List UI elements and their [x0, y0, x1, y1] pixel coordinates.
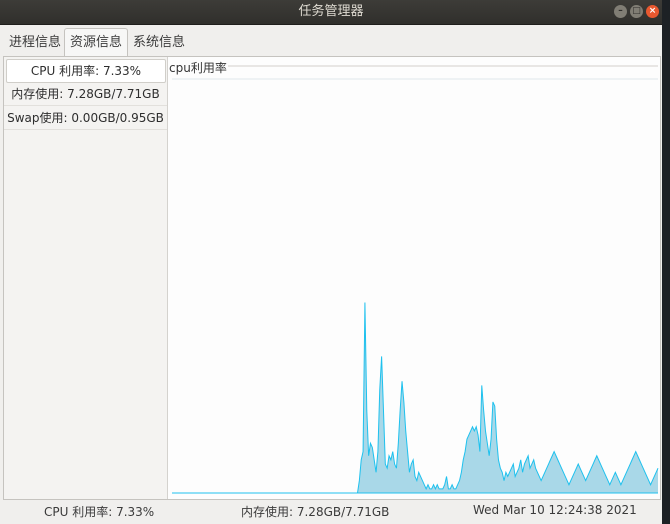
- resource-list: CPU 利用率: 7.33% 内存使用: 7.28GB/7.71GB Swap使…: [4, 57, 168, 499]
- cpu-usage-area: [172, 302, 658, 493]
- resource-item-memory[interactable]: 内存使用: 7.28GB/7.71GB: [4, 83, 167, 106]
- maximize-icon[interactable]: □: [630, 5, 643, 18]
- status-cpu: CPU 利用率: 7.33%: [44, 505, 155, 519]
- cpu-usage-line: [172, 302, 659, 494]
- status-bar: CPU 利用率: 7.33% 内存使用: 7.28GB/7.71GB Wed M…: [0, 499, 662, 524]
- cpu-chart-frame: cpu利用率: [168, 57, 660, 499]
- resources-pane: CPU 利用率: 7.33% 内存使用: 7.28GB/7.71GB Swap使…: [3, 56, 661, 500]
- status-memory: 内存使用: 7.28GB/7.71GB: [241, 505, 390, 519]
- tab-processes[interactable]: 进程信息: [4, 30, 66, 55]
- tab-resources[interactable]: 资源信息: [64, 28, 129, 57]
- resource-item-swap[interactable]: Swap使用: 0.00GB/0.95GB: [4, 107, 167, 130]
- tab-system[interactable]: 系统信息: [128, 30, 190, 55]
- cpu-usage-chart: [172, 65, 659, 494]
- title-bar[interactable]: 任务管理器 – □ ×: [0, 0, 662, 25]
- tab-bar: 进程信息 资源信息 系统信息: [0, 28, 662, 57]
- task-manager-window: 任务管理器 – □ × 进程信息 资源信息 系统信息 CPU 利用率: 7.33…: [0, 0, 662, 524]
- status-datetime: Wed Mar 10 12:24:38 2021: [473, 503, 637, 517]
- resource-item-cpu[interactable]: CPU 利用率: 7.33%: [6, 59, 166, 83]
- minimize-icon[interactable]: –: [614, 5, 627, 18]
- chart-title: cpu利用率: [169, 61, 227, 75]
- window-title: 任务管理器: [298, 4, 364, 19]
- close-icon[interactable]: ×: [646, 5, 659, 18]
